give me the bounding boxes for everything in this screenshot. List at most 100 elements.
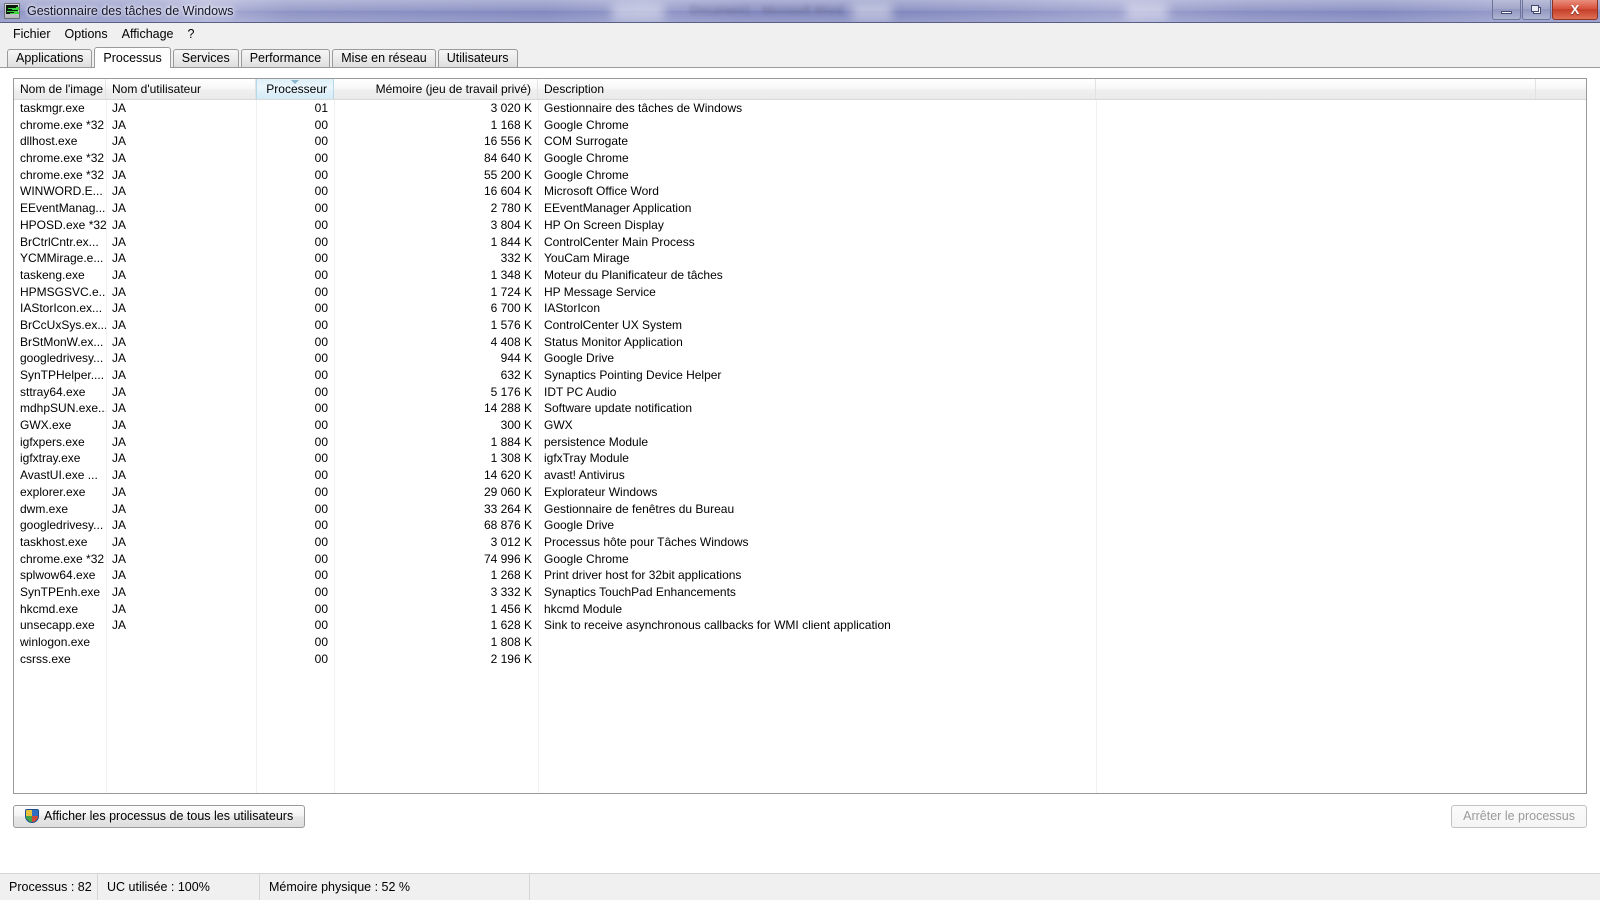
button-row: Afficher les processus de tous les utili… [13,794,1587,838]
close-button[interactable]: X [1552,0,1598,20]
table-row[interactable]: HPMSGSVC.e... JA 00 1 724 K HP Message Servi… [14,284,1586,301]
status-empty [530,874,1600,900]
cell-description: Processus hôte pour Tâches Windows [544,534,749,549]
table-row[interactable]: googledrivesy... JA 00 944 K Google Drive [14,350,1586,367]
ghost-blob [852,4,892,20]
table-row[interactable]: unsecapp.exe JA 00 1 628 K Sink to receive a… [14,617,1586,634]
cell-memory: 632 K [500,368,532,382]
cell-memory: 33 264 K [483,501,532,516]
cell-image-name: BrStMonW.ex... [20,334,104,349]
status-physical-memory: Mémoire physique : 52 % [260,874,530,900]
tab-performance[interactable]: Performance [240,49,331,67]
table-row[interactable]: mdhpSUN.exe... JA 00 14 288 K Software updat… [14,400,1586,417]
tab-services[interactable]: Services [172,49,239,67]
tab-applications[interactable]: Applications [7,49,93,67]
table-row[interactable]: chrome.exe *32 JA 00 74 996 K Google Chrome [14,551,1586,568]
column-header-image-name[interactable]: Nom de l'image [14,79,106,99]
cell-description: Gestionnaire des tâches de Windows [544,101,743,115]
table-row[interactable]: taskmgr.exe JA 01 3 020 K Gestionnaire des t… [14,100,1586,117]
menu-item-fichier[interactable]: Fichier [6,25,58,43]
table-row[interactable]: BrStMonW.ex... JA 00 4 408 K Status Monitor … [14,334,1586,351]
table-row[interactable]: csrss.exe 00 2 196 K [14,651,1586,668]
table-row[interactable]: splwow64.exe JA 00 1 268 K Print driver host… [14,567,1586,584]
show-processes-all-users-button[interactable]: Afficher les processus de tous les utili… [13,804,306,828]
table-row[interactable]: IAStorIcon.ex... JA 00 6 700 K IAStorIcon [14,300,1586,317]
table-row[interactable]: googledrivesy... JA 00 68 876 K Google Drive [14,517,1586,534]
table-row[interactable]: winlogon.exe 00 1 808 K [14,634,1586,651]
cell-cpu: 00 [314,234,328,249]
cell-user-name: JA [112,217,127,232]
table-row[interactable]: explorer.exe JA 00 29 060 K Explorateur Wind… [14,484,1586,501]
maximize-restore-button[interactable] [1522,0,1551,20]
table-row[interactable]: YCMMirage.e... JA 00 332 K YouCam Mirage [14,250,1586,267]
cell-image-name: taskmgr.exe [20,101,85,115]
cell-cpu: 00 [314,384,328,399]
cell-cpu: 00 [314,401,328,416]
process-list[interactable]: Nom de l'image Nom d'utilisateur Process… [13,78,1587,794]
cell-memory: 5 176 K [490,384,532,399]
table-row[interactable]: GWX.exe JA 00 300 K GWX [14,417,1586,434]
table-row[interactable]: BrCtrlCntr.ex... JA 00 1 844 K ControlCenter… [14,234,1586,251]
cell-user-name: JA [112,551,127,566]
column-header-extra[interactable] [1096,79,1536,99]
tab-utilisateurs[interactable]: Utilisateurs [437,49,518,67]
tab-processus[interactable]: Processus [94,47,171,68]
cell-memory: 55 200 K [483,167,532,182]
cell-user-name: JA [112,134,127,149]
cell-memory: 1 576 K [490,317,532,332]
table-row[interactable]: WINWORD.E... JA 00 16 604 K Microsoft Office… [14,183,1586,200]
table-row[interactable]: SynTPEnh.exe JA 00 3 332 K Synaptics TouchPa… [14,584,1586,601]
column-header-description[interactable]: Description [538,79,1096,99]
table-row[interactable]: igfxtray.exe JA 00 1 308 K igfxTray Module [14,450,1586,467]
table-row[interactable]: hkcmd.exe JA 00 1 456 K hkcmd Module [14,601,1586,618]
process-list-header: Nom de l'image Nom d'utilisateur Process… [14,79,1586,100]
cell-image-name: winlogon.exe [20,635,91,649]
table-row[interactable]: BrCcUxSys.ex... JA 00 1 576 K ControlCenter … [14,317,1586,334]
menu-item-help[interactable]: ? [181,25,202,43]
table-row[interactable]: taskhost.exe JA 00 3 012 K Processus hôte po… [14,534,1586,551]
cell-user-name [106,634,256,651]
column-header-cpu[interactable]: Processeur [256,79,334,99]
cell-description: ControlCenter UX System [544,317,683,332]
column-header-user-name[interactable]: Nom d'utilisateur [106,79,256,99]
table-row[interactable]: chrome.exe *32 JA 00 55 200 K Google Chrome [14,167,1586,184]
show-processes-all-users-label: Afficher les processus de tous les utili… [44,809,294,823]
table-row[interactable]: dwm.exe JA 00 33 264 K Gestionnaire de fenêt… [14,501,1586,518]
cell-image-name: igfxpers.exe [20,434,85,449]
table-row[interactable]: EEventManag... JA 00 2 780 K EEventManager A… [14,200,1586,217]
shield-icon [25,809,39,823]
cell-image-name: BrCcUxSys.ex... [20,317,106,332]
process-list-body[interactable]: taskmgr.exe JA 01 3 020 K Gestionnaire des t… [14,100,1586,793]
window-title: Gestionnaire des tâches de Windows [27,4,234,18]
menu-item-affichage[interactable]: Affichage [115,25,181,43]
title-bar[interactable]: Document1 - Microsoft Word Gestionnaire … [0,0,1600,23]
cell-description: Synaptics TouchPad Enhancements [544,584,736,599]
cell-memory: 74 996 K [483,551,532,566]
table-row[interactable]: igfxpers.exe JA 00 1 884 K persistence Modul… [14,434,1586,451]
table-row[interactable]: SynTPHelper.... JA 00 632 K Synaptics Pointi… [14,367,1586,384]
table-row[interactable]: taskeng.exe JA 00 1 348 K Moteur du Planific… [14,267,1586,284]
cell-user-name: JA [112,284,127,299]
cell-description: Google Drive [544,351,615,366]
tab-mise-en-reseau[interactable]: Mise en réseau [332,49,436,67]
cell-cpu: 00 [314,267,328,282]
tab-strip: Applications Processus Services Performa… [0,45,1600,68]
table-row[interactable]: sttray64.exe JA 00 5 176 K IDT PC Audio [14,384,1586,401]
cell-image-name: SynTPHelper.... [20,368,105,382]
cell-description: Explorateur Windows [544,484,658,499]
table-row[interactable]: AvastUI.exe ... JA 00 14 620 K avast! Antivi… [14,467,1586,484]
menu-item-options[interactable]: Options [58,25,115,43]
cell-description: IDT PC Audio [544,384,617,399]
cell-memory: 332 K [500,251,532,266]
cell-memory: 14 620 K [483,468,532,483]
cell-user-name: JA [112,184,127,199]
cell-cpu: 01 [314,101,328,115]
minimize-button[interactable] [1492,0,1521,20]
cell-description: avast! Antivirus [544,468,625,483]
table-row[interactable]: dllhost.exe JA 00 16 556 K COM Surrogate [14,133,1586,150]
table-row[interactable]: HPOSD.exe *32 JA 00 3 804 K HP On Screen Dis… [14,217,1586,234]
column-header-memory[interactable]: Mémoire (jeu de travail privé) [334,79,538,99]
table-row[interactable]: chrome.exe *32 JA 00 84 640 K Google Chrome [14,150,1586,167]
end-process-button[interactable]: Arrêter le processus [1451,804,1587,828]
table-row[interactable]: chrome.exe *32 JA 00 1 168 K Google Chrome [14,117,1586,134]
